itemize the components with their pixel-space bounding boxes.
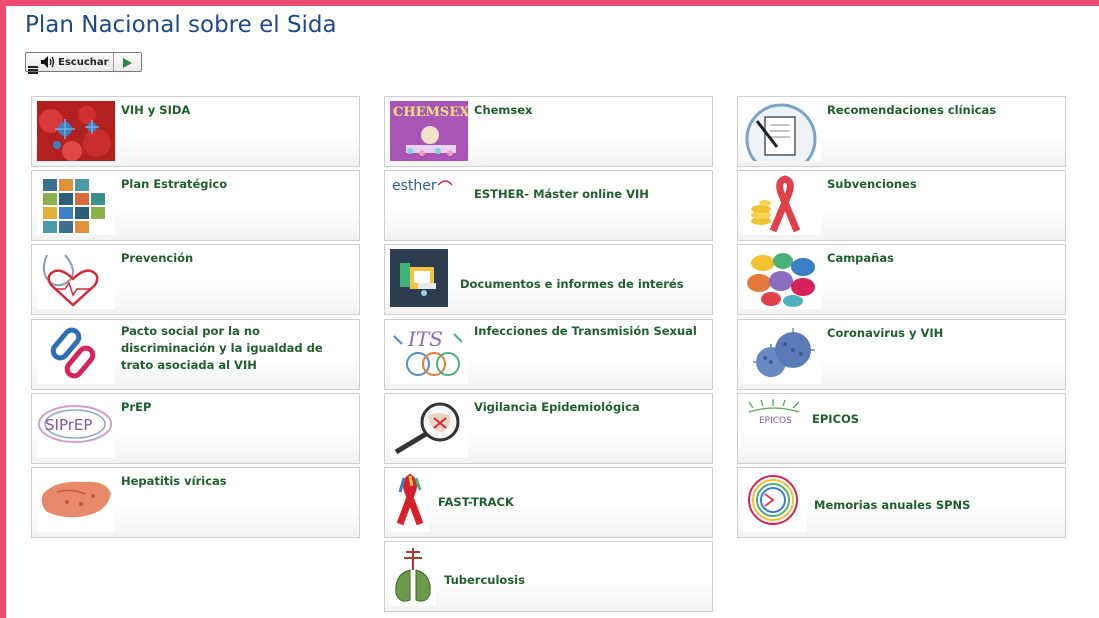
tile-prep[interactable]: SIPrEP PrEP	[31, 393, 360, 464]
play-icon	[123, 53, 132, 72]
speaker-icon	[41, 53, 55, 72]
tile-pacto-social[interactable]: Pacto social por la no discriminación y …	[31, 319, 360, 390]
tile-label: Infecciones de Transmisión Sexual	[474, 324, 697, 338]
tile-subvenciones[interactable]: Subvenciones	[737, 170, 1066, 241]
tile-vih-y-sida[interactable]: VIH y SIDA	[31, 96, 360, 167]
puzzle-icon	[37, 175, 115, 235]
chain-link-icon	[37, 324, 115, 384]
tile-campanas[interactable]: Campañas	[737, 244, 1066, 315]
svg-text:EPICOS: EPICOS	[759, 416, 792, 426]
tile-coronavirus[interactable]: Coronavirus y VIH	[737, 319, 1066, 390]
tile-label: ESTHER- Máster online VIH	[474, 187, 649, 201]
ribbons-icon	[390, 472, 430, 532]
tile-label: Pacto social por la no discriminación y …	[121, 324, 323, 372]
epicos-logo-icon: EPICOS	[743, 398, 805, 426]
menu-icon[interactable]	[28, 60, 38, 74]
tile-documentos[interactable]: Documentos e informes de interés	[384, 244, 713, 315]
tile-prevencion[interactable]: Prevención	[31, 244, 360, 315]
page-title: Plan Nacional sobre el Sida	[25, 12, 337, 38]
tile-esther[interactable]: esther ESTHER- Máster online VIH	[384, 170, 713, 241]
tile-label: Tuberculosis	[444, 573, 525, 587]
tile-label: Recomendaciones clínicas	[827, 103, 997, 117]
document-pen-icon	[743, 101, 821, 161]
listen-label: Escuchar	[58, 56, 109, 68]
magnifier-map-icon	[390, 398, 468, 458]
tile-label: Documentos e informes de interés	[460, 277, 684, 291]
svg-text:ITS: ITS	[407, 327, 443, 351]
tile-label: Chemsex	[474, 103, 533, 117]
tile-label: Campañas	[827, 251, 894, 265]
siprep-logo-icon: SIPrEP	[37, 398, 115, 458]
tile-label: Subvenciones	[827, 177, 917, 191]
stethoscope-heart-icon	[37, 249, 115, 309]
listen-widget: Escuchar	[25, 52, 142, 74]
coronavirus-icon	[743, 324, 821, 384]
tile-hepatitis[interactable]: Hepatitis víricas	[31, 467, 360, 538]
tile-fast-track[interactable]: FAST-TRACK	[384, 467, 713, 538]
chemsex-logo-icon: CHEMSEX	[390, 101, 468, 161]
tile-tuberculosis[interactable]: Tuberculosis	[384, 541, 713, 612]
left-accent-bar	[0, 0, 6, 618]
tile-label: Prevención	[121, 251, 194, 265]
folder-documents-icon	[390, 249, 448, 307]
tile-recomendaciones[interactable]: Recomendaciones clínicas	[737, 96, 1066, 167]
tile-memorias[interactable]: Memorias anuales SPNS	[737, 467, 1066, 538]
svg-text:CHEMSEX: CHEMSEX	[393, 105, 468, 120]
top-accent-bar	[0, 0, 1099, 6]
tile-its[interactable]: ITS Infecciones de Transmisión Sexual	[384, 319, 713, 390]
tile-vigilancia[interactable]: Vigilancia Epidemiológica	[384, 393, 713, 464]
play-button[interactable]	[114, 53, 141, 72]
tile-label: Memorias anuales SPNS	[814, 498, 971, 512]
liver-icon	[37, 472, 115, 532]
tile-label: Plan Estratégico	[121, 177, 228, 191]
tile-label: Hepatitis víricas	[121, 474, 227, 488]
tile-label: Vigilancia Epidemiológica	[474, 400, 640, 414]
tile-epicos[interactable]: EPICOS EPICOS	[737, 393, 1066, 464]
tile-label: Coronavirus y VIH	[827, 326, 944, 340]
tile-label: EPICOS	[812, 412, 860, 426]
its-logo-icon: ITS	[390, 324, 468, 384]
listen-button[interactable]: Escuchar	[26, 53, 114, 74]
tile-plan-estrategico[interactable]: Plan Estratégico	[31, 170, 360, 241]
tile-label: FAST-TRACK	[438, 495, 514, 509]
tile-label: PrEP	[121, 400, 152, 414]
tile-chemsex[interactable]: CHEMSEX Chemsex	[384, 96, 713, 167]
virus-cells-icon	[37, 101, 115, 161]
speech-bubbles-icon	[743, 249, 821, 309]
circle-arrows-icon	[743, 472, 807, 532]
tile-label: VIH y SIDA	[121, 103, 191, 117]
esther-logo-icon: esther	[390, 175, 468, 197]
svg-text:esther: esther	[392, 178, 437, 194]
svg-text:SIPrEP: SIPrEP	[45, 416, 92, 434]
ribbon-coins-icon	[743, 175, 821, 235]
lungs-cross-icon	[390, 546, 436, 606]
